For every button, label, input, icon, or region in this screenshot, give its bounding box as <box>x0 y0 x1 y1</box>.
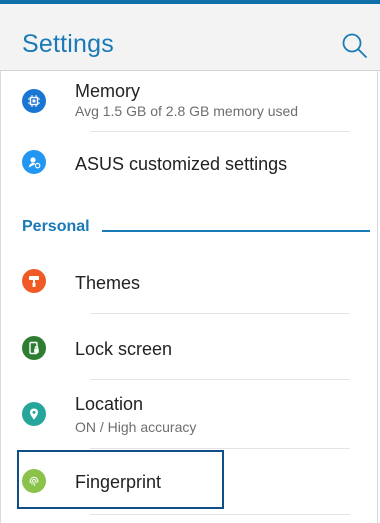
fingerprint-highlight-box <box>17 450 224 509</box>
settings-item-label: Memory <box>75 81 141 101</box>
section-underline <box>102 230 370 232</box>
page-title: Settings <box>22 30 114 58</box>
settings-item-subtitle: ON / High accuracy <box>75 419 197 435</box>
settings-item-memory[interactable]: Memory Avg 1.5 GB of 2.8 GB memory used <box>0 71 380 131</box>
paint-roller-icon <box>22 269 46 293</box>
settings-item-label: Themes <box>75 273 141 293</box>
chip-icon <box>22 89 46 113</box>
settings-item-label: Location <box>75 394 144 414</box>
item-divider <box>90 448 350 449</box>
item-divider <box>90 514 350 515</box>
asus-settings-icon <box>22 150 46 174</box>
settings-item-label: ASUS customized settings <box>75 154 288 174</box>
app-header: Settings <box>0 4 380 70</box>
settings-item-subtitle: Avg 1.5 GB of 2.8 GB memory used <box>75 103 299 119</box>
lock-screen-icon <box>22 336 46 360</box>
settings-item-location[interactable]: Location ON / High accuracy <box>0 380 380 448</box>
search-icon <box>342 33 367 58</box>
search-button[interactable] <box>340 31 370 61</box>
settings-item-label: Lock screen <box>75 339 173 359</box>
location-pin-icon <box>22 402 46 426</box>
settings-item-lock-screen[interactable]: Lock screen <box>0 314 380 379</box>
section-header-personal: Personal <box>22 218 90 235</box>
settings-item-themes[interactable]: Themes <box>0 248 380 313</box>
settings-item-asus-customized[interactable]: ASUS customized settings <box>0 132 380 190</box>
